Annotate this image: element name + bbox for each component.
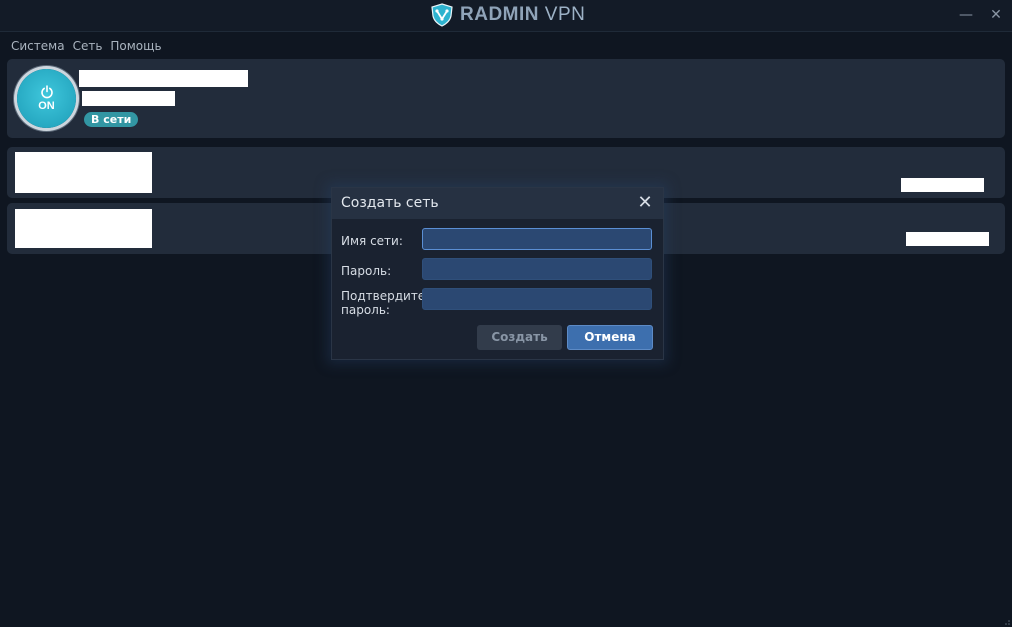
radmin-shield-icon — [431, 3, 453, 27]
power-icon — [40, 85, 53, 99]
redacted-ip-address — [82, 91, 175, 106]
network-name-input[interactable] — [422, 228, 652, 250]
close-window-button[interactable]: ✕ — [986, 5, 1006, 25]
resize-grip-icon[interactable] — [1002, 617, 1010, 625]
title-bar: RADMIN VPN — ✕ — [0, 0, 1012, 32]
menu-system[interactable]: Система — [6, 37, 70, 55]
redacted-network-name — [15, 152, 152, 193]
menu-network[interactable]: Сеть — [70, 37, 108, 55]
cancel-button[interactable]: Отмена — [567, 325, 653, 350]
app-title-brand: RADMIN — [460, 4, 539, 25]
app-title-product: VPN — [544, 4, 586, 25]
menu-help[interactable]: Помощь — [107, 37, 166, 55]
redacted-network-info — [901, 178, 984, 192]
redacted-network-info — [906, 232, 989, 246]
status-badge: В сети — [84, 112, 139, 127]
app-title: RADMIN VPN — [460, 4, 585, 26]
dialog-header: Создать сеть ✕ — [332, 188, 663, 219]
redacted-network-name — [15, 209, 152, 248]
close-icon[interactable]: ✕ — [635, 192, 655, 214]
power-state-label: ON — [38, 100, 55, 112]
create-network-dialog: Создать сеть ✕ Имя сети: Пароль: Подтвер… — [331, 187, 664, 360]
dialog-title: Создать сеть — [341, 195, 439, 211]
network-name-label: Имя сети: — [341, 234, 403, 248]
create-button[interactable]: Создать — [477, 325, 562, 350]
minimize-button[interactable]: — — [956, 5, 976, 25]
redacted-computer-name — [79, 70, 248, 87]
password-input[interactable] — [422, 258, 652, 280]
power-toggle-button[interactable]: ON — [17, 69, 76, 128]
app-logo: RADMIN VPN — [430, 3, 585, 27]
menu-bar: Система Сеть Помощь — [6, 37, 167, 55]
confirm-password-input[interactable] — [422, 288, 652, 310]
password-label: Пароль: — [341, 264, 392, 278]
confirm-password-label: Подтвердите пароль: — [341, 289, 426, 317]
